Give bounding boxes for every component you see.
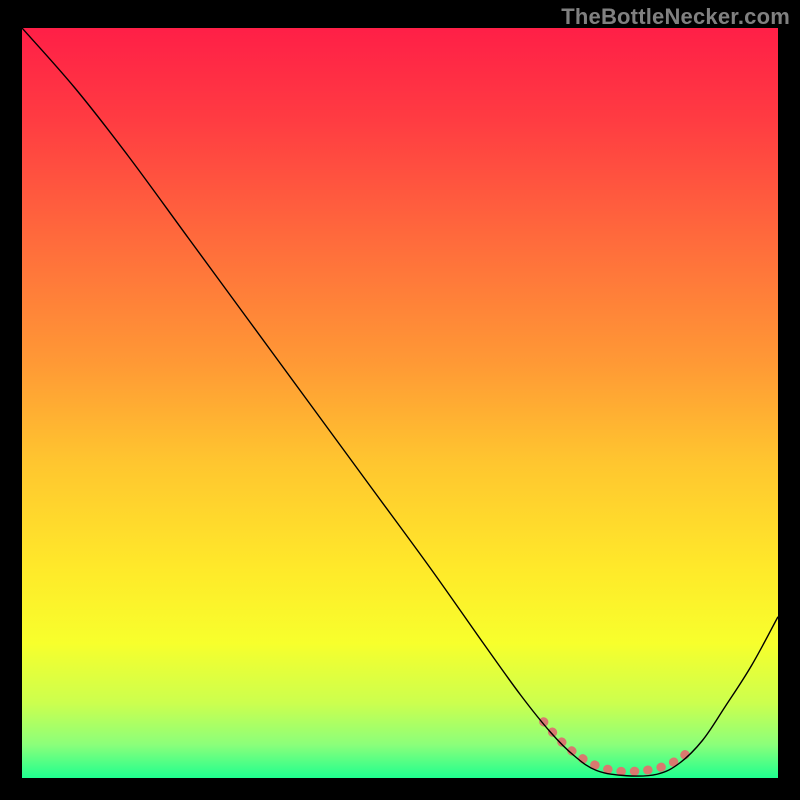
bottleneck-chart: [22, 28, 778, 778]
watermark-text: TheBottleNecker.com: [561, 4, 790, 30]
chart-frame: TheBottleNecker.com: [0, 0, 800, 800]
gradient-background: [22, 28, 778, 778]
plot-area: [22, 28, 778, 778]
